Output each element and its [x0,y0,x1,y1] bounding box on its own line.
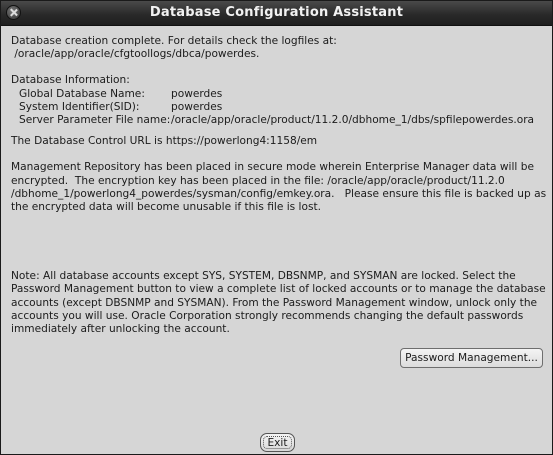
password-management-button[interactable]: Password Management... [400,348,543,368]
note-message: Note: All database accounts except SYS, … [11,270,546,336]
info-row-spfile: Server Parameter File name: /oracle/app/… [11,114,546,127]
intro-line-1: Database creation complete. For details … [11,35,337,47]
repository-message: Management Repository has been placed in… [11,161,546,214]
info-label: Server Parameter File name: [19,114,171,127]
note-line: immediately after unlocking the account. [11,323,230,336]
info-label: System Identifier(SID): [19,100,140,113]
dialog-content: Database creation complete. For details … [11,35,546,336]
exit-button[interactable]: Exit [260,433,295,452]
info-row-global-name: Global Database Name: powerdes [11,88,546,101]
info-value: /oracle/app/oracle/product/11.2.0/dbhome… [171,114,535,127]
title-bar[interactable]: Database Configuration Assistant [1,1,552,26]
info-value: powerdes [171,87,223,100]
note-line: Note: All database accounts except SYS, … [11,270,516,283]
note-line: accounts you will use. Oracle Corporatio… [11,309,524,322]
logfile-path: /oracle/app/oracle/cfgtoollogs/dbca/powe… [11,48,260,61]
info-label: Global Database Name: [19,87,145,100]
control-url-text: The Database Control URL is https://powe… [11,135,318,148]
info-row-sid: System Identifier(SID): powerdes [11,101,546,114]
note-line: Password Management button to view a com… [11,283,546,296]
repository-line: Management Repository has been placed in… [11,161,534,174]
info-heading: Database Information: [11,74,130,87]
note-line: accounts (except DBSNMP and SYSMAN). Fro… [11,296,538,309]
dbca-window: Database Configuration Assistant Databas… [0,0,553,455]
repository-line: encrypted. The encryption key has been p… [11,174,505,187]
repository-line: the encrypted data will become unusable … [11,201,322,214]
window-title: Database Configuration Assistant [149,5,404,20]
info-value: powerdes [171,100,223,113]
repository-line: /dbhome_1/powerlong4_powerdes/sysman/con… [11,187,547,200]
